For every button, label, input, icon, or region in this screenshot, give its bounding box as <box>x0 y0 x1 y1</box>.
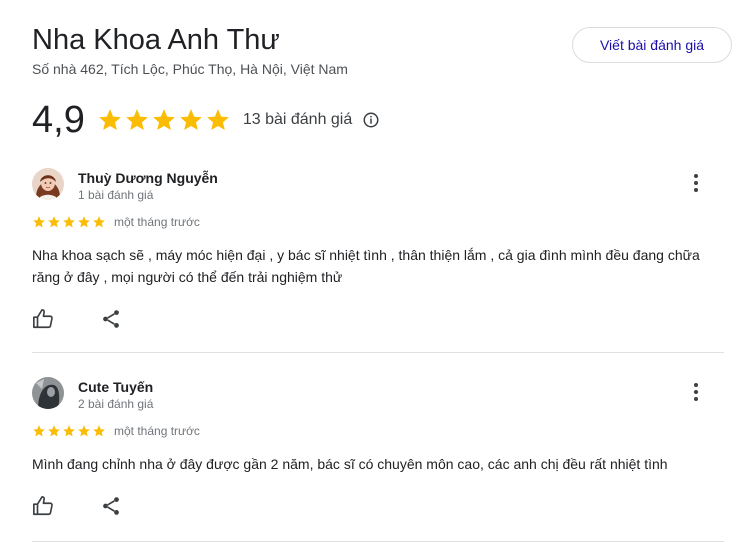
avatar[interactable] <box>32 168 64 200</box>
star-icon <box>33 216 45 228</box>
review-divider <box>32 352 724 353</box>
review-actions <box>32 308 122 330</box>
write-review-button[interactable]: Viết bài đánh giá <box>572 27 732 63</box>
review-text: Mình đang chỉnh nha ở đây được gần 2 năm… <box>32 456 668 472</box>
thumbs-up-icon[interactable] <box>32 308 54 330</box>
review-date: một tháng trước <box>114 424 200 438</box>
more-options-icon[interactable] <box>692 174 700 194</box>
share-icon[interactable] <box>100 308 122 330</box>
star-icon <box>78 425 90 437</box>
star-icon <box>63 216 75 228</box>
average-rating: 4,9 <box>32 98 85 141</box>
rating-summary: 4,9 13 bài đánh giá <box>32 98 380 141</box>
share-icon[interactable] <box>100 495 122 517</box>
review-rating: một tháng trước <box>32 424 200 438</box>
review-author[interactable]: Thuỳ Dương Nguyễn <box>78 170 218 186</box>
star-icon <box>93 425 105 437</box>
review-divider <box>32 541 724 542</box>
review-text: Nha khoa sạch sẽ , máy móc hiện đại , y … <box>32 247 700 285</box>
star-icon <box>33 425 45 437</box>
star-icon <box>48 216 60 228</box>
review-author-meta: 1 bài đánh giá <box>78 188 154 202</box>
review-rating: một tháng trước <box>32 215 200 229</box>
star-icon <box>48 425 60 437</box>
star-icon <box>152 109 175 130</box>
info-icon[interactable] <box>362 111 380 129</box>
review-count: 13 bài đánh giá <box>242 111 353 128</box>
thumbs-up-icon[interactable] <box>32 495 54 517</box>
star-icon <box>179 109 202 130</box>
rating-stars <box>97 107 231 133</box>
place-address: Số nhà 462, Tích Lộc, Phúc Thọ, Hà Nội, … <box>32 61 348 77</box>
star-icon <box>125 109 148 130</box>
star-icon <box>63 425 75 437</box>
review-date: một tháng trước <box>114 215 200 229</box>
star-icon <box>206 109 229 130</box>
review-author[interactable]: Cute Tuyến <box>78 379 153 395</box>
place-title: Nha Khoa Anh Thư <box>32 24 280 56</box>
avatar[interactable] <box>32 377 64 409</box>
star-icon <box>98 109 121 130</box>
star-icon <box>93 216 105 228</box>
more-options-icon[interactable] <box>692 383 700 403</box>
review-author-meta: 2 bài đánh giá <box>78 397 154 411</box>
review-actions <box>32 495 122 517</box>
star-icon <box>78 216 90 228</box>
